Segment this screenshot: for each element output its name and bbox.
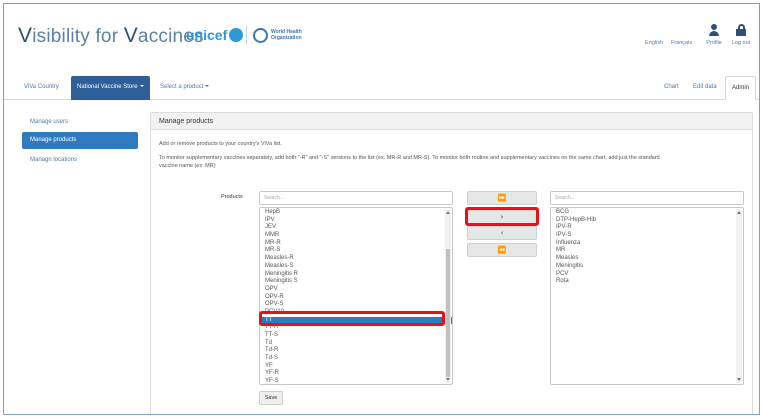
tab-edit-data[interactable]: Edit data <box>687 76 723 100</box>
nav-select-product-label: Select a product <box>160 84 204 90</box>
nav-select-product-dropdown[interactable]: Select a product <box>154 76 215 100</box>
chosen-list-item[interactable]: PCV <box>551 271 743 279</box>
unicef-logo: unicef <box>186 27 244 43</box>
top-nav: ViVa Country National Vaccine Store Sele… <box>4 66 759 100</box>
app-title[interactable]: Visibility for Vaccines <box>18 24 204 48</box>
available-list-item[interactable]: MMR <box>260 232 452 240</box>
title-initial: V <box>123 24 138 47</box>
who-wordmark: World Health Organization <box>271 29 302 41</box>
tab-chart[interactable]: Chart <box>658 76 685 100</box>
nav-viva-country-label: ViVa Country <box>24 84 59 90</box>
available-list-item[interactable]: TT <box>260 316 452 325</box>
available-list-item[interactable]: YF-S <box>260 378 452 384</box>
available-list-item[interactable]: OPV-R <box>260 294 452 302</box>
products-label: Products <box>221 194 243 200</box>
panel-title: Manage products <box>151 113 752 130</box>
lock-icon <box>726 24 756 36</box>
available-list-item[interactable]: YF-R <box>260 370 452 378</box>
available-search-input[interactable]: Search... <box>259 191 453 205</box>
chosen-list-item[interactable]: DTP-HepB-Hib <box>551 217 743 225</box>
remove-selected-button[interactable]: ‹ <box>467 226 537 240</box>
save-button[interactable]: Save <box>259 391 283 405</box>
chosen-list-item[interactable]: BCG <box>551 209 743 217</box>
available-list-item[interactable]: Td <box>260 340 452 348</box>
tab-chart-label: Chart <box>664 84 679 90</box>
tab-admin[interactable]: Admin <box>725 76 757 100</box>
header: Visibility for Vaccines unicef World Hea… <box>4 4 759 66</box>
profile-label: Profile <box>706 40 722 46</box>
nav-national-vaccine-store-dropdown[interactable]: National Vaccine Store <box>71 76 150 100</box>
panel-instructions-text: To monitor supplementary vaccines separa… <box>159 155 660 161</box>
sidebar-item-manage-locations[interactable]: Managn locations <box>22 152 138 169</box>
available-list-item[interactable]: Meningitis S <box>260 278 452 286</box>
sidebar-item-manage-products[interactable]: Manage products <box>22 132 138 149</box>
available-list-item[interactable]: HepB <box>260 209 452 217</box>
available-list-item[interactable]: IPV <box>260 217 452 225</box>
lang-french-link[interactable]: Français <box>671 40 692 46</box>
available-list-item[interactable]: Td-R <box>260 347 452 355</box>
available-list-item[interactable]: Measles-S <box>260 263 452 271</box>
logout-label: Log out <box>731 40 751 46</box>
unicef-globe-icon <box>229 28 244 42</box>
chevron-down-icon <box>139 85 144 87</box>
chosen-list-item[interactable]: Influenza <box>551 240 743 248</box>
unicef-wordmark: unicef <box>186 27 228 43</box>
remove-all-button[interactable]: ⏪ <box>467 243 537 257</box>
chosen-search-input[interactable]: Search... <box>550 191 744 205</box>
add-all-button[interactable]: ⏩ <box>467 191 537 205</box>
available-list-item[interactable]: OPV <box>260 286 452 294</box>
chosen-list-item[interactable]: IPV-R <box>551 224 743 232</box>
available-list-item[interactable]: YF <box>260 363 452 371</box>
available-products-list[interactable]: HepB IPV JEV MMR MR-R MR-S Measles-R Measles-S M… <box>259 207 453 385</box>
profile-link[interactable]: Profile <box>699 24 729 46</box>
sidebar-item-label: Managn locations <box>30 157 78 163</box>
available-list-item[interactable]: JEV <box>260 224 452 232</box>
chosen-list-item[interactable]: Measles <box>551 255 743 263</box>
available-list-scrollbar[interactable] <box>445 209 451 383</box>
tab-admin-label: Admin <box>732 85 750 91</box>
sidebar-item-manage-users[interactable]: Manage users <box>22 114 138 131</box>
scroll-down-icon[interactable] <box>737 378 741 381</box>
title-part: isibility for <box>32 26 124 47</box>
available-list-item[interactable]: Measles-R <box>260 255 452 263</box>
lang-english-link[interactable]: English <box>645 40 663 46</box>
available-list-item[interactable]: MR-R <box>260 240 452 248</box>
scroll-up-icon[interactable] <box>737 211 741 214</box>
chosen-list-scrollbar[interactable] <box>736 209 742 383</box>
available-list-item[interactable]: Td-S <box>260 355 452 363</box>
chosen-list-item[interactable]: MR <box>551 247 743 255</box>
available-list-item[interactable]: Meningitis R <box>260 271 452 279</box>
available-list-item[interactable]: TT-S <box>260 332 452 340</box>
chosen-list-item[interactable]: Rota <box>551 278 743 286</box>
available-list-item[interactable]: OPV-S <box>260 301 452 309</box>
available-list-item[interactable]: PCV10 <box>260 309 452 317</box>
available-list-item[interactable]: TT-R <box>260 324 452 332</box>
nav-store-label: National Vaccine Store <box>77 84 138 90</box>
profile-icon <box>699 24 729 36</box>
who-logo: World Health Organization <box>246 26 302 44</box>
panel-intro-text: Add or remove products to your country's… <box>159 141 282 147</box>
tab-edit-data-label: Edit data <box>693 84 717 90</box>
who-emblem-icon <box>253 27 268 43</box>
sidebar-item-label: Manage products <box>30 137 77 143</box>
logout-link[interactable]: Log out <box>726 24 756 46</box>
chosen-products-list[interactable]: BCG DTP-HepB-Hib IPV-R IPV-S Influenza MR Meas… <box>550 207 744 385</box>
add-selected-button[interactable]: › <box>467 210 537 224</box>
chevron-down-icon <box>205 85 210 87</box>
available-list-item[interactable]: MR-S <box>260 247 452 255</box>
manage-products-panel: Manage products Add or remove products t… <box>150 112 753 414</box>
available-list-scroll-thumb[interactable] <box>446 249 450 377</box>
chosen-list-item[interactable]: Meningitis <box>551 263 743 271</box>
scroll-down-icon[interactable] <box>446 378 450 381</box>
sidebar-item-label: Manage users <box>30 119 69 125</box>
title-initial: V <box>18 24 33 47</box>
who-line-2: Organization <box>271 35 302 41</box>
app-frame: Visibility for Vaccines unicef World Hea… <box>3 3 760 415</box>
chosen-list-item[interactable]: IPV-S <box>551 232 743 240</box>
nav-viva-country[interactable]: ViVa Country <box>18 76 65 100</box>
scroll-up-icon[interactable] <box>446 211 450 214</box>
panel-instructions-text-cont: vaccine name (ex: MR) <box>159 163 216 169</box>
